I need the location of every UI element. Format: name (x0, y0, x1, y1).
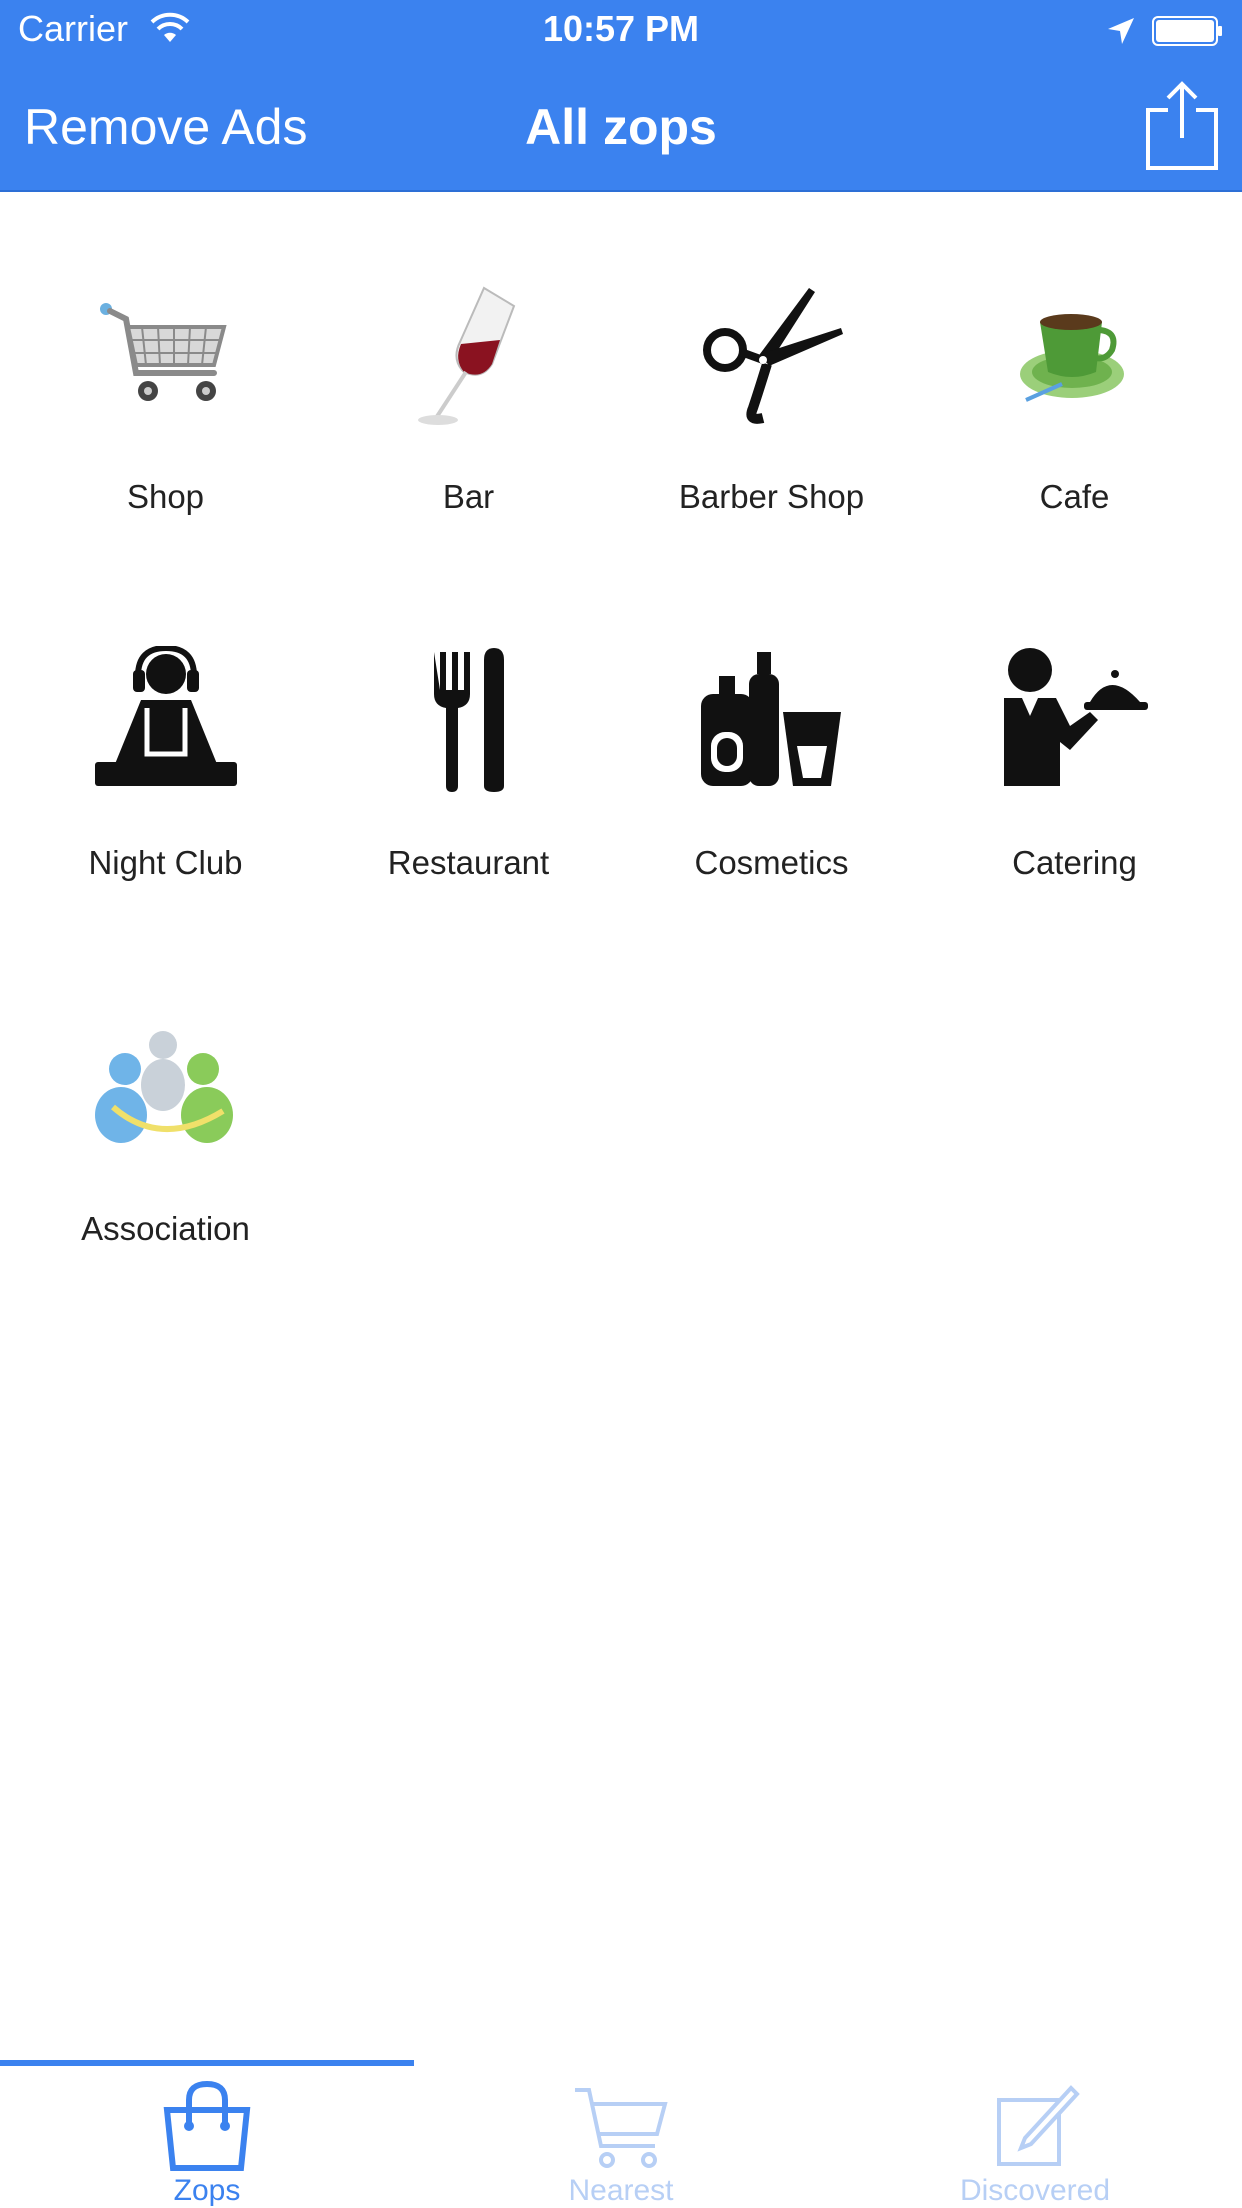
tab-nearest[interactable]: Nearest (414, 2066, 828, 2208)
category-shop[interactable]: Shop (14, 190, 317, 515)
tab-label: Discovered (959, 2174, 1111, 2207)
category-cafe[interactable]: Cafe (923, 190, 1226, 515)
category-bar[interactable]: Bar (317, 190, 620, 515)
category-label: Bar (442, 478, 495, 515)
shopping-cart-icon (575, 2088, 668, 2168)
shopping-cart-icon (99, 303, 227, 401)
fork-knife-icon (433, 648, 504, 792)
status-time: 10:57 PM (542, 8, 700, 49)
tab-label: Nearest (568, 2174, 674, 2207)
app-header: Carrier 10:57 PM Remove Ads All zops (0, 0, 1242, 192)
location-arrow-icon (1108, 18, 1134, 44)
coffee-cup-icon (1019, 314, 1124, 402)
people-group-icon (94, 1031, 233, 1143)
waiter-icon (1003, 648, 1148, 786)
category-restaurant[interactable]: Restaurant (317, 556, 620, 881)
dj-icon (94, 646, 237, 786)
tab-discovered[interactable]: Discovered (828, 2066, 1242, 2208)
category-night-club[interactable]: Night Club (14, 556, 317, 881)
category-label: Barber Shop (678, 478, 865, 515)
edit-note-icon (997, 2085, 1080, 2166)
category-label: Night Club (88, 844, 243, 881)
category-cosmetics[interactable]: Cosmetics (620, 556, 923, 881)
category-barber-shop[interactable]: Barber Shop (620, 190, 923, 515)
category-label: Catering (1012, 844, 1137, 881)
category-label: Restaurant (387, 844, 550, 881)
share-icon[interactable] (1142, 80, 1222, 172)
status-bar: Carrier 10:57 PM (0, 0, 1242, 62)
shopping-bag-icon (163, 2080, 251, 2171)
category-label: Shop (126, 478, 205, 515)
tab-bar: Zops Nearest Discovered (0, 2060, 1242, 2208)
category-label: Cafe (1039, 478, 1110, 515)
category-catering[interactable]: Catering (923, 556, 1226, 881)
page-title: All zops (525, 99, 717, 155)
navigation-bar: Remove Ads All zops (0, 62, 1242, 190)
battery-icon (1152, 16, 1222, 46)
category-association[interactable]: Association (14, 922, 317, 1247)
wine-glass-icon (417, 286, 515, 425)
cosmetics-bottles-icon (700, 652, 841, 786)
tab-label: Zops (173, 2174, 241, 2207)
category-label: Association (81, 1210, 250, 1247)
category-label: Cosmetics (694, 844, 849, 881)
tab-zops[interactable]: Zops (0, 2066, 414, 2208)
scissors-icon (702, 288, 843, 424)
